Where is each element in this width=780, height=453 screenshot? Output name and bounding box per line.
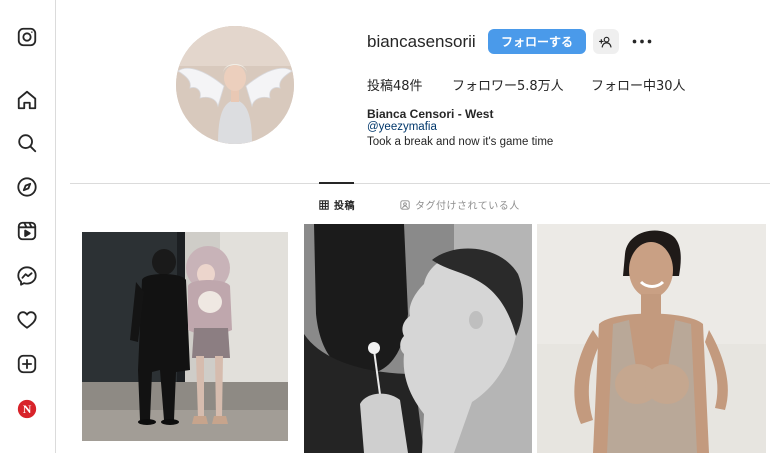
- bio-mention-link[interactable]: @yeezymafia: [367, 121, 437, 133]
- more-options-button[interactable]: [629, 31, 655, 51]
- reels-icon[interactable]: [15, 219, 39, 243]
- home-icon[interactable]: [15, 88, 39, 112]
- follow-button[interactable]: フォローする: [488, 29, 586, 54]
- messenger-icon[interactable]: [15, 264, 39, 288]
- tab-posts[interactable]: 投稿: [319, 197, 355, 212]
- suggested-user-button[interactable]: [593, 29, 619, 54]
- posts-count: 投稿48件: [367, 79, 423, 94]
- profile-n-icon[interactable]: N: [15, 397, 39, 421]
- search-icon[interactable]: [15, 131, 39, 155]
- grid-icon: [319, 199, 329, 210]
- explore-icon[interactable]: [15, 175, 39, 199]
- post-thumbnail[interactable]: [537, 224, 766, 453]
- followers-count[interactable]: フォロワー5.8万人: [452, 75, 564, 94]
- svg-text:N: N: [23, 402, 32, 416]
- instagram-icon[interactable]: [15, 25, 39, 49]
- username: biancasensorii: [367, 32, 476, 51]
- tab-posts-label: 投稿: [334, 201, 355, 212]
- tab-tagged[interactable]: タグ付けされている人: [400, 197, 520, 212]
- tab-tagged-label: タグ付けされている人: [415, 201, 520, 212]
- tag-person-icon: [400, 199, 410, 210]
- sidebar: N: [0, 0, 56, 453]
- avatar[interactable]: [176, 26, 294, 144]
- heart-icon[interactable]: [15, 308, 39, 332]
- following-count[interactable]: フォロー中30人: [591, 75, 686, 94]
- post-thumbnail[interactable]: [304, 224, 532, 453]
- active-tab-indicator: [319, 182, 354, 184]
- bio-text: Took a break and now it's game time: [367, 136, 554, 148]
- post-thumbnail[interactable]: [70, 220, 298, 453]
- more-icon: [632, 39, 652, 43]
- create-icon[interactable]: [15, 352, 39, 376]
- add-user-icon: [599, 36, 612, 48]
- divider: [70, 183, 770, 184]
- full-name: Bianca Censori - West: [367, 107, 494, 121]
